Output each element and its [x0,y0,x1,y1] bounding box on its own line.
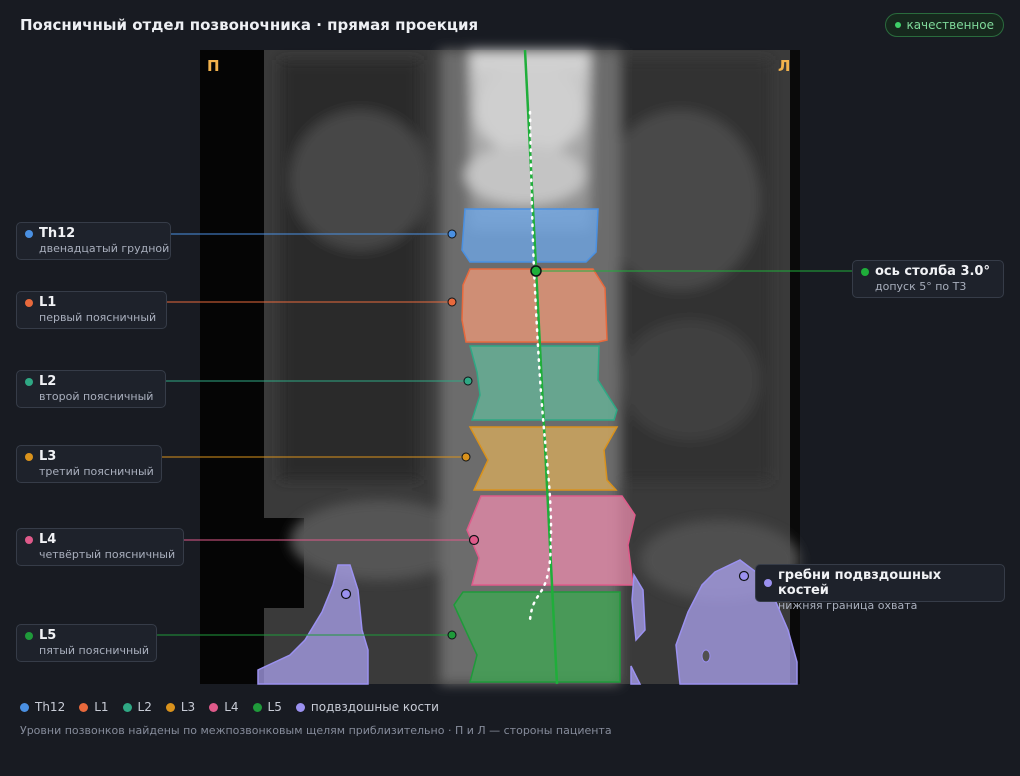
legend-label: Th12 [35,700,66,714]
l3-dot-icon [25,452,33,461]
side-label-right-patient: П [207,57,220,75]
callout-iliac-description: нижняя граница охвата [778,599,918,612]
callout-l2-description: второй поясничный [39,390,154,403]
l5-dot-icon [25,631,33,640]
legend-item-th12[interactable]: Th12 [20,700,65,714]
legend-item-l5[interactable]: L5 [252,700,282,714]
callout-l4-description: четвёртый поясничный [39,548,176,561]
legend-item-l4[interactable]: L4 [209,700,239,714]
legend-item-l3[interactable]: L3 [165,700,196,714]
l2-dot-icon [25,377,33,386]
l1-dot-icon [25,298,33,307]
legend-label: подвздошные кости [310,700,439,714]
callout-l3-description: третий поясничный [39,465,154,478]
callout-l2-label: L2 [39,374,57,389]
mask-l1 [461,268,608,343]
callout-l5-description: пятый поясничный [39,644,149,657]
side-label-left-patient: Л [778,57,791,75]
l4-swatch-icon [209,702,219,712]
callout-th12[interactable]: Th12 двенадцатый грудной [16,222,171,260]
marker-l5 [447,630,457,640]
callout-l5-label: L5 [39,628,57,643]
l5-swatch-icon [252,702,262,712]
legend-label: L3 [180,700,196,714]
l3-swatch-icon [165,702,175,712]
legend-item-l1[interactable]: L1 [79,700,109,714]
callout-axis-tolerance: допуск 5° по Т3 [875,280,967,293]
marker-iliac-right [738,570,750,582]
iliac-dot-icon [764,579,772,587]
callout-iliac-crests[interactable]: гребни подвздошных костей нижняя граница… [755,564,1005,612]
legend-label: L1 [94,700,109,714]
callout-l1-description: первый поясничный [39,311,157,324]
callout-l3-label: L3 [39,449,57,464]
mask-th12 [461,208,599,263]
footer-note: Уровни позвонков найдены по межпозвонков… [20,724,612,737]
marker-l2 [463,376,473,386]
marker-l4 [468,534,480,546]
marker-l1 [447,297,457,307]
l1-swatch-icon [79,702,89,712]
legend-label: L2 [137,700,152,714]
callout-l5[interactable]: L5 пятый поясничный [16,624,157,662]
callout-l4[interactable]: L4 четвёртый поясничный [16,528,184,566]
legend-label: L5 [267,700,282,714]
legend-item-l2[interactable]: L2 [122,700,152,714]
mask-l5 [453,591,621,683]
callout-l4-label: L4 [39,532,57,547]
callout-th12-description: двенадцатый грудной [39,242,170,255]
callout-l1[interactable]: L1 первый поясничный [16,291,167,329]
callout-iliac-label: гребни подвздошных костей [777,568,942,598]
l2-swatch-icon [122,702,132,712]
marker-axis [530,265,542,277]
axis-dot-icon [861,267,869,276]
callout-spine-axis[interactable]: ось столба 3.0° допуск 5° по Т3 [852,260,1004,298]
callout-axis-label: ось столба 3.0° [875,264,990,279]
callout-l3[interactable]: L3 третий поясничный [16,445,162,483]
th12-dot-icon [25,229,33,238]
marker-iliac-left [340,588,352,600]
legend: Th12 L1 L2 L3 L4 L5 подвздошные кости [20,700,439,714]
legend-label: L4 [224,700,239,714]
marker-th12 [447,229,457,239]
callout-th12-label: Th12 [39,226,76,241]
legend-item-iliac[interactable]: подвздошные кости [295,700,439,714]
th12-swatch-icon [20,702,29,712]
iliac-swatch-icon [295,702,305,712]
l4-dot-icon [25,535,33,544]
marker-l3 [461,452,471,462]
callout-l2[interactable]: L2 второй поясничный [16,370,166,408]
callout-l1-label: L1 [39,295,57,310]
